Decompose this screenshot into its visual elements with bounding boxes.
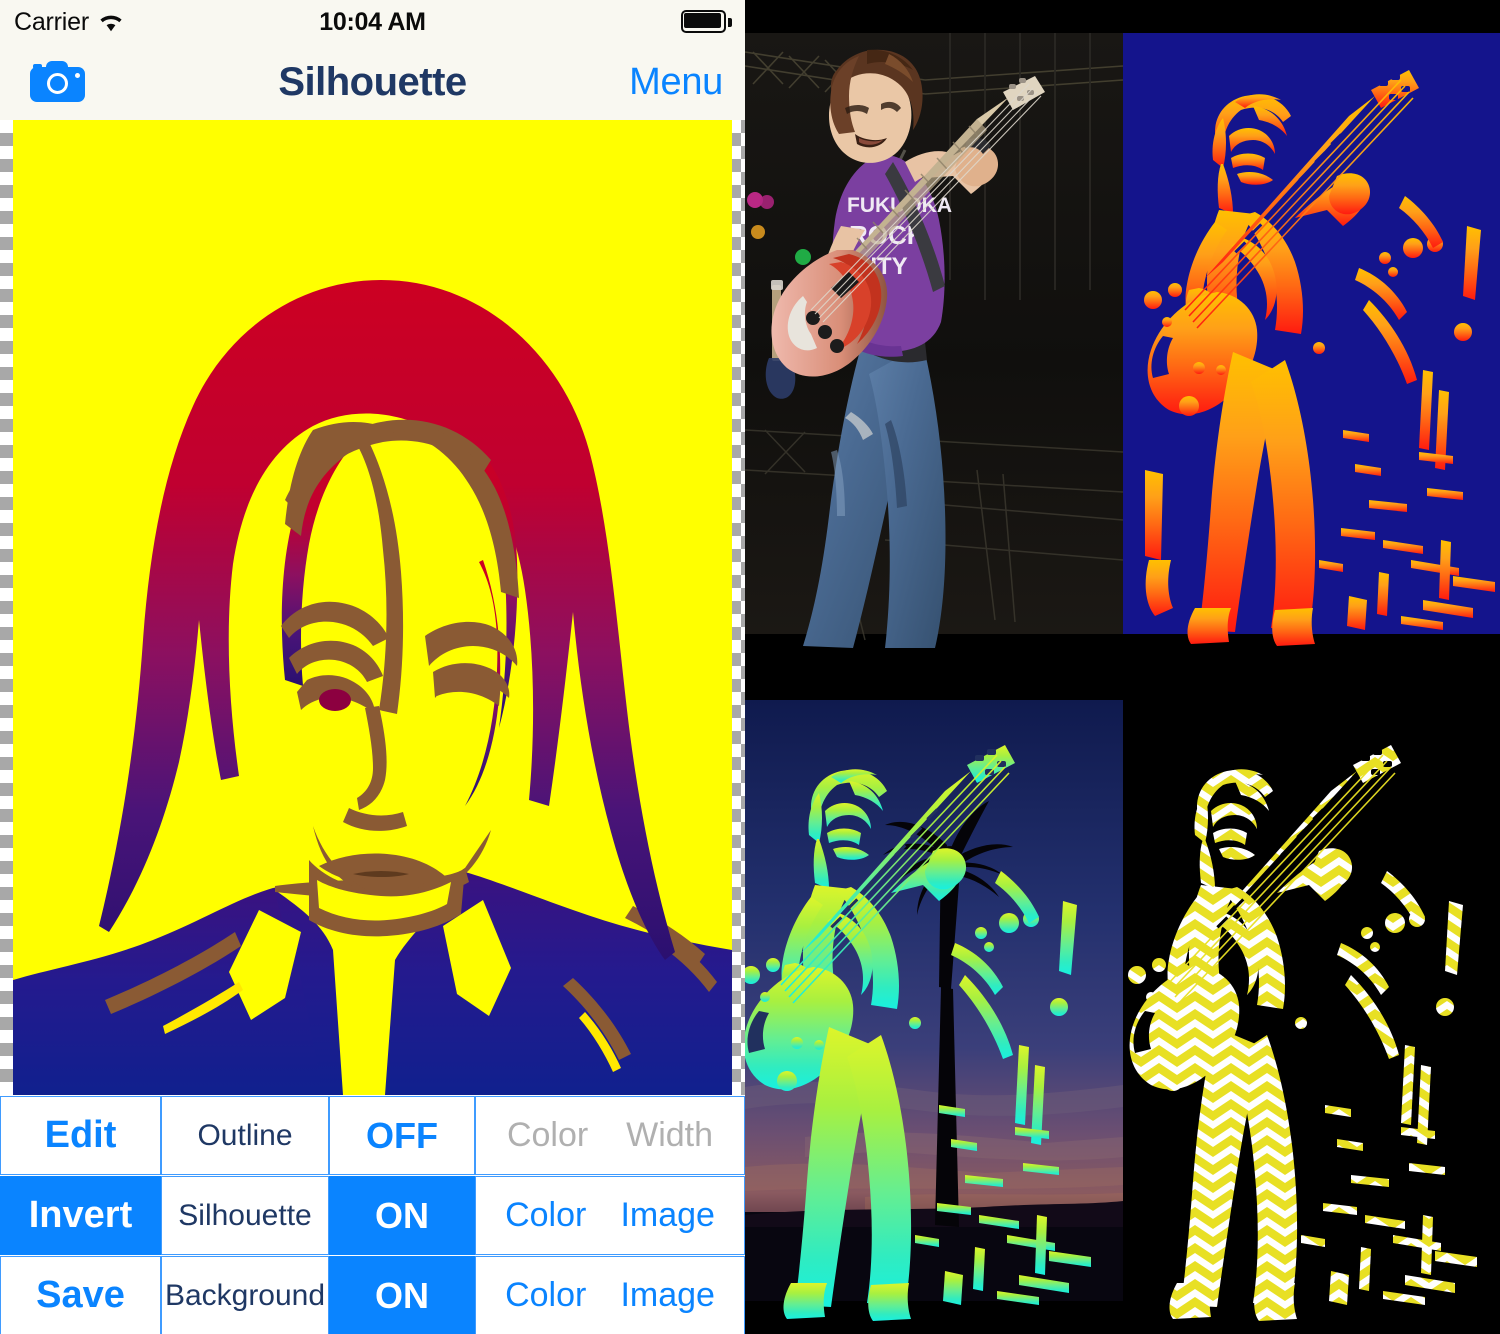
control-panel: Edit Outline OFF Color Width Invert Silh… [0, 1095, 745, 1334]
outline-options: Color Width [475, 1096, 745, 1175]
silhouette-label: Silhouette [161, 1176, 329, 1255]
outline-label: Outline [161, 1096, 329, 1175]
navigation-bar: Silhouette Menu [0, 45, 745, 121]
gallery-item-original[interactable]: FUKUOKA ROCK CITY [745, 0, 1123, 667]
background-options: Color Image [475, 1256, 745, 1334]
silhouette-toggle[interactable]: ON [329, 1176, 475, 1255]
outline-color-button: Color [506, 1116, 589, 1154]
app-screenshot: Carrier 10:04 AM Silhouette Menu Edit Ou… [0, 0, 1500, 1334]
background-toggle[interactable]: ON [329, 1256, 475, 1334]
status-bar-right [681, 0, 733, 45]
battery-full-icon [681, 10, 733, 35]
silhouette-color-button[interactable]: Color [505, 1196, 586, 1235]
silhouette-image-button[interactable]: Image [620, 1196, 715, 1235]
invert-button[interactable]: Invert [0, 1176, 161, 1255]
photo-gallery: FUKUOKA ROCK CITY [745, 0, 1500, 1334]
gallery-item-orange-blue[interactable] [1123, 0, 1500, 667]
menu-button[interactable]: Menu [629, 45, 723, 120]
background-image-button[interactable]: Image [620, 1276, 715, 1315]
status-bar: Carrier 10:04 AM [0, 0, 745, 45]
outline-toggle[interactable]: OFF [329, 1096, 475, 1175]
silhouette-artwork[interactable] [13, 120, 732, 1095]
save-button[interactable]: Save [0, 1256, 161, 1334]
background-color-button[interactable]: Color [505, 1276, 586, 1315]
gallery-item-chevron-black[interactable] [1123, 667, 1500, 1334]
edit-button[interactable]: Edit [0, 1096, 161, 1175]
phone-app: Carrier 10:04 AM Silhouette Menu Edit Ou… [0, 0, 745, 1334]
outline-width-button: Width [626, 1116, 714, 1154]
control-row-outline: Edit Outline OFF Color Width [0, 1096, 745, 1175]
silhouette-options: Color Image [475, 1176, 745, 1255]
background-label: Background [161, 1256, 329, 1334]
control-row-silhouette: Invert Silhouette ON Color Image [0, 1176, 745, 1255]
status-bar-time: 10:04 AM [319, 8, 426, 36]
control-row-background: Save Background ON Color Image [0, 1256, 745, 1334]
gallery-item-green-sunset[interactable] [745, 667, 1123, 1334]
artwork-canvas[interactable] [0, 120, 745, 1095]
